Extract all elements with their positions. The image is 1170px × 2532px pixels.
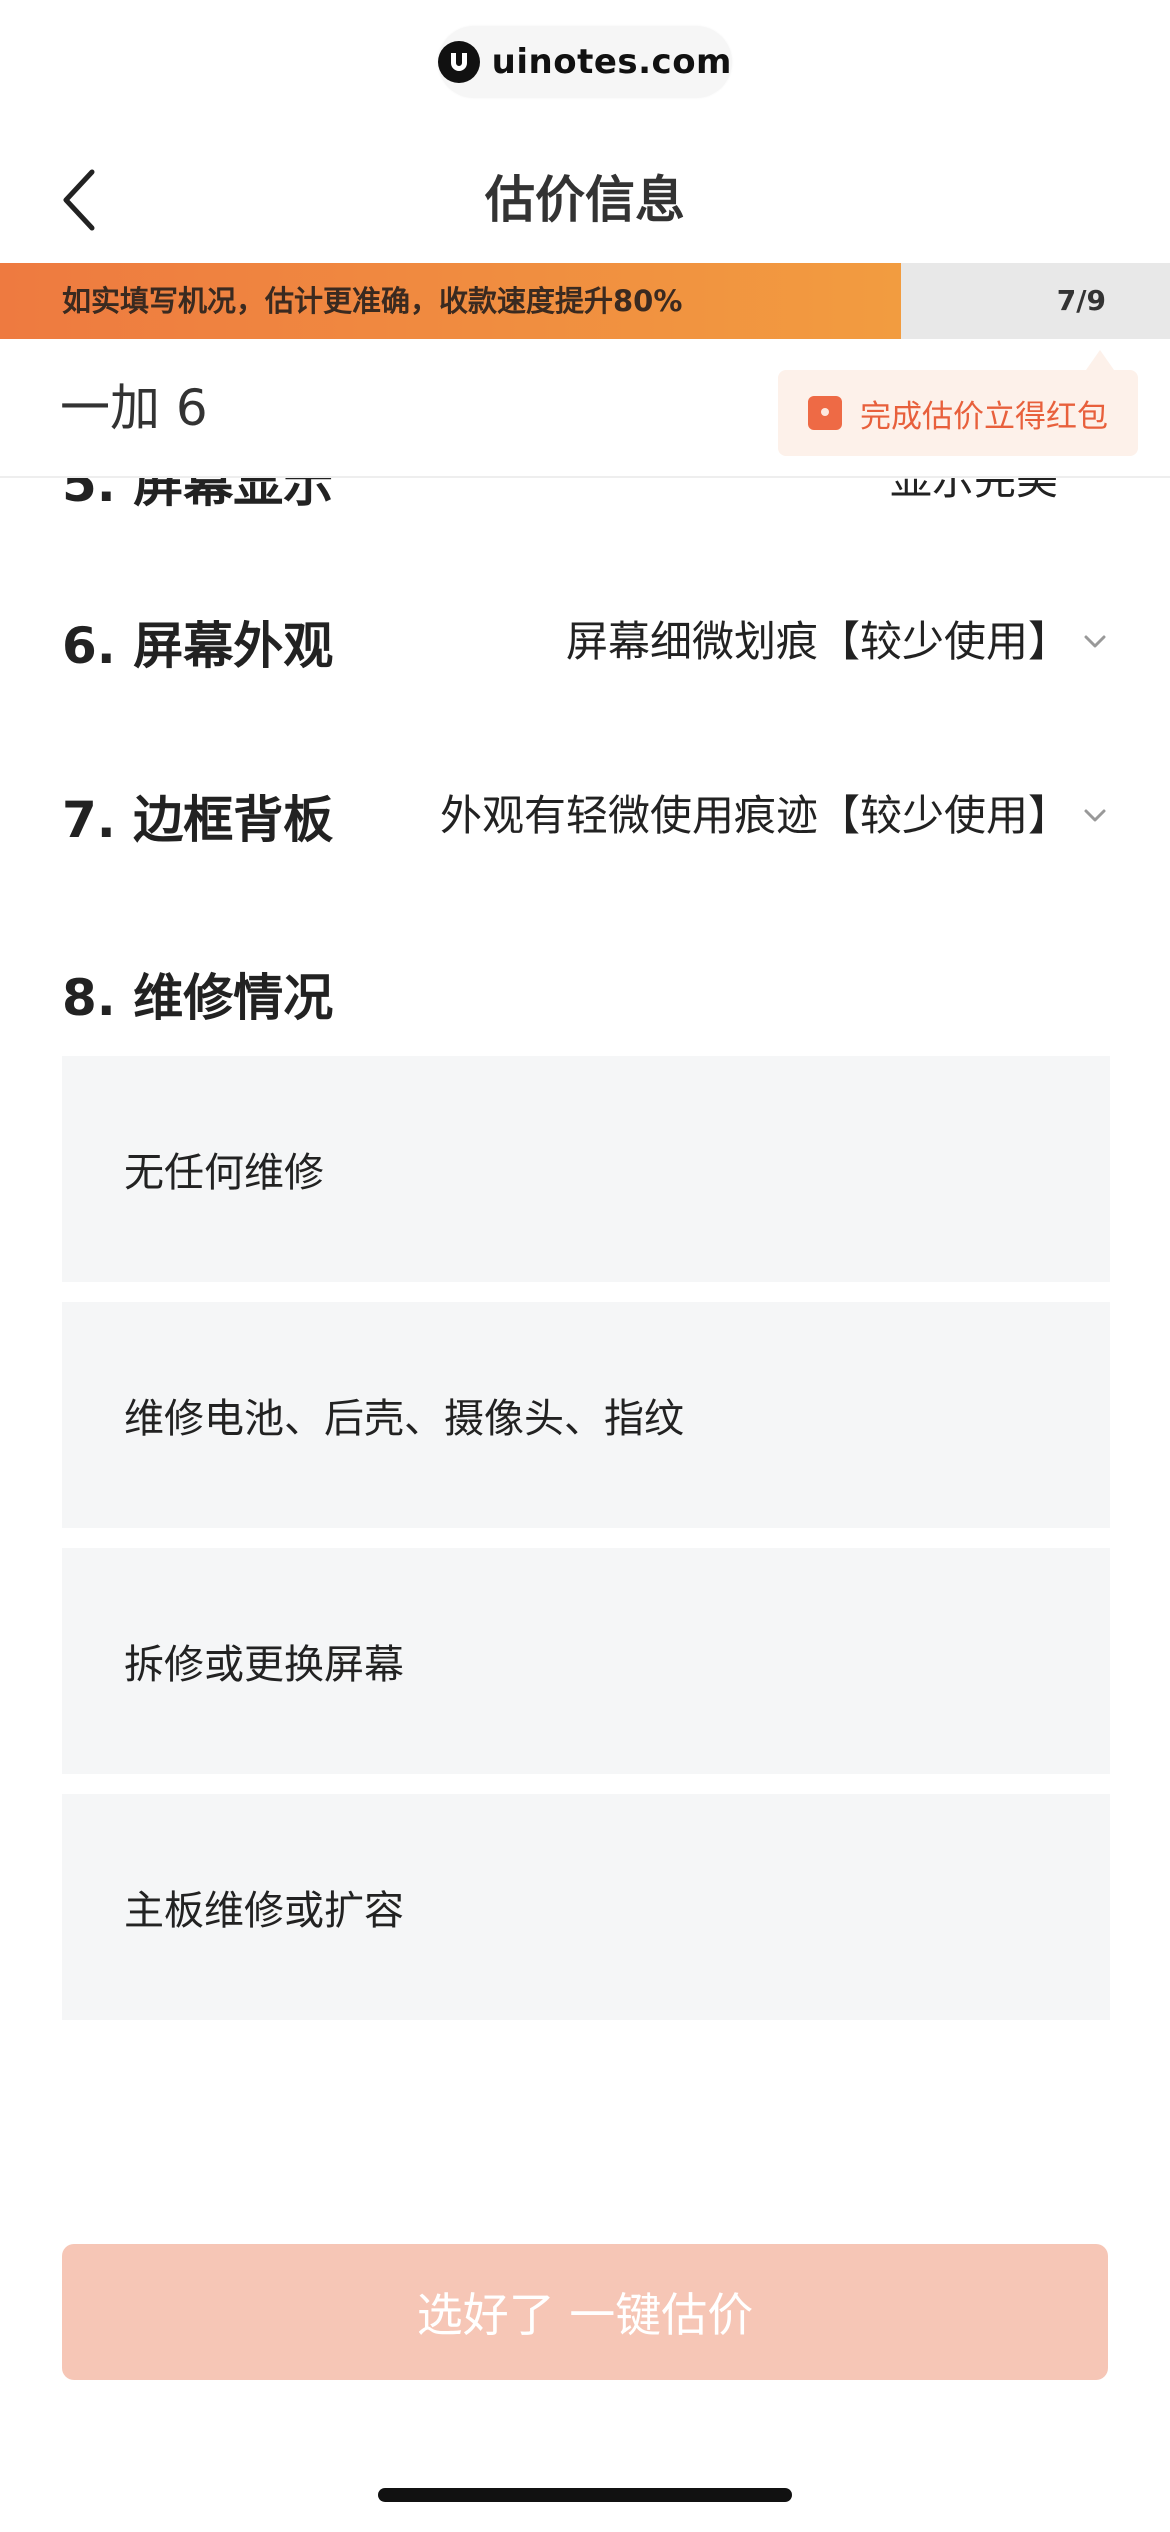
submit-label: 选好了 一键估价 — [416, 2288, 754, 2342]
question-row-screen-display[interactable]: 5. 屏幕显示 显示完美 — [0, 478, 1170, 508]
option-label: 拆修或更换屏幕 — [124, 1642, 404, 1688]
repair-option-battery-case-camera[interactable]: 维修电池、后壳、摄像头、指纹 — [62, 1302, 1110, 1528]
option-label: 无任何维修 — [124, 1150, 324, 1196]
device-model: 一加 6 — [60, 379, 208, 437]
chevron-down-icon[interactable] — [1082, 802, 1108, 828]
option-label: 维修电池、后壳、摄像头、指纹 — [124, 1396, 684, 1442]
repair-option-none[interactable]: 无任何维修 — [62, 1056, 1110, 1282]
promo-tooltip[interactable]: 完成估价立得红包 — [778, 370, 1138, 456]
red-packet-icon — [808, 396, 842, 430]
promo-pointer — [1086, 350, 1114, 370]
question-label: 5. 屏幕显示 — [62, 478, 334, 508]
question-select-screen-appearance[interactable]: 屏幕细微划痕【较少使用】 — [566, 608, 1070, 669]
question-label-frame-back: 7. 边框背板 — [62, 791, 334, 849]
page-title: 估价信息 — [485, 171, 685, 229]
question-label-repair-status: 8. 维修情况 — [62, 969, 334, 1027]
question-value: 显示完美 — [890, 478, 1059, 504]
home-indicator[interactable] — [378, 2488, 792, 2502]
repair-option-mainboard[interactable]: 主板维修或扩容 — [62, 1794, 1110, 2020]
progress-count: 7/9 — [1056, 284, 1106, 317]
question-label-screen-appearance: 6. 屏幕外观 — [62, 617, 334, 675]
uinotes-logo-icon — [438, 41, 480, 83]
chevron-down-icon[interactable] — [1082, 628, 1108, 654]
repair-option-screen[interactable]: 拆修或更换屏幕 — [62, 1548, 1110, 1774]
submit-estimate-button[interactable]: 选好了 一键估价 — [62, 2244, 1108, 2380]
watermark: uinotes.com — [438, 26, 732, 98]
option-label: 主板维修或扩容 — [124, 1888, 404, 1934]
watermark-text: uinotes.com — [491, 42, 732, 82]
back-button[interactable] — [60, 160, 120, 240]
chevron-left-icon — [63, 169, 95, 231]
question-select-frame-back[interactable]: 外观有轻微使用痕迹【较少使用】 — [440, 782, 1070, 843]
progress-message: 如实填写机况，估计更准确，收款速度提升80% — [62, 284, 683, 318]
progress-banner: 如实填写机况，估计更准确，收款速度提升80% 7/9 — [0, 263, 1170, 339]
promo-label: 完成估价立得红包 — [860, 398, 1108, 435]
